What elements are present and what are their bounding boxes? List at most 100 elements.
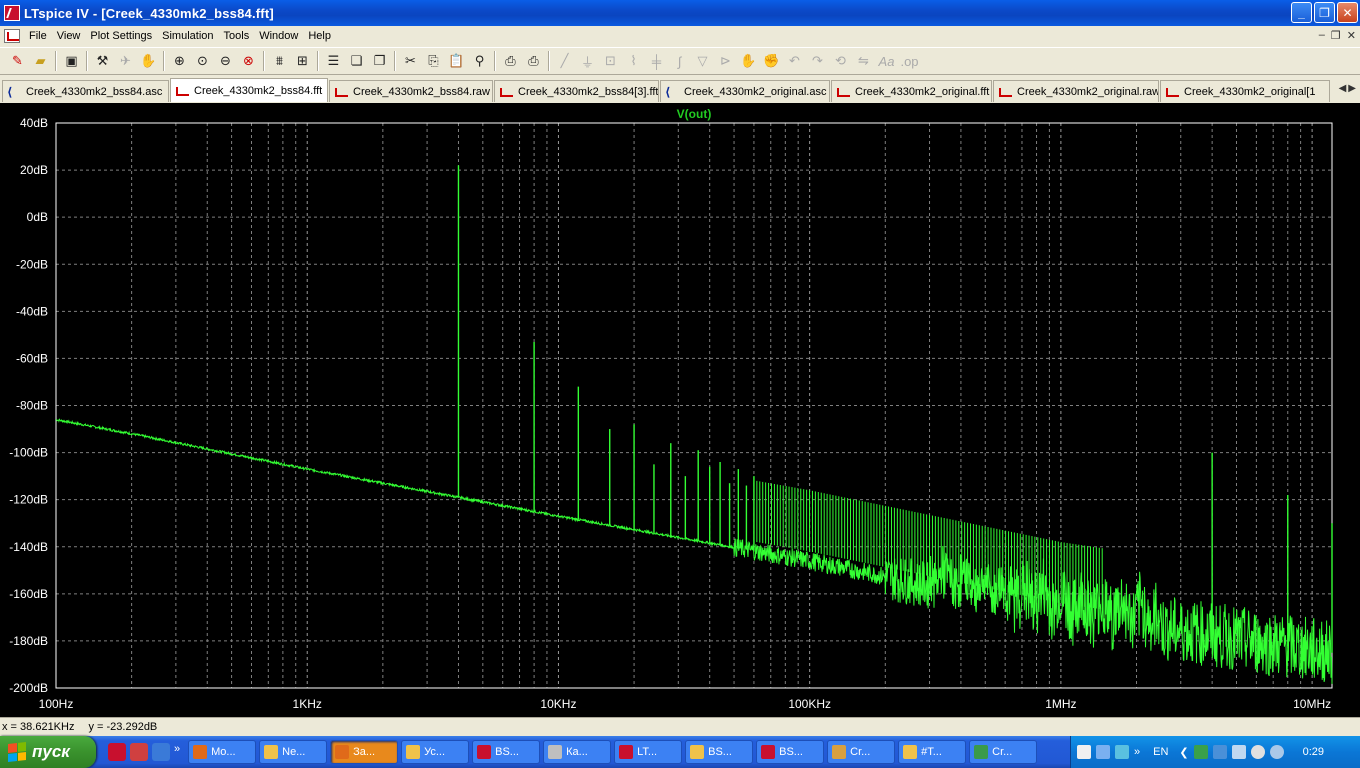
zoom-cancel-icon[interactable]: ⊗ <box>237 50 260 72</box>
task-button-2[interactable]: За... <box>330 740 399 764</box>
run-icon[interactable]: ✈ <box>114 50 137 72</box>
x-tick-label: 100Hz <box>39 697 74 711</box>
cut-icon[interactable]: ✂ <box>399 50 422 72</box>
volume-icon[interactable] <box>1269 745 1284 759</box>
halt-icon[interactable]: ✋ <box>137 50 160 72</box>
component-icon[interactable]: ⊳ <box>714 50 737 72</box>
markers-icon[interactable]: ⊞ <box>291 50 314 72</box>
new-schematic-icon[interactable]: ✎ <box>6 50 29 72</box>
tray-app-icon-3[interactable] <box>1115 745 1129 759</box>
language-indicator[interactable]: EN <box>1153 746 1168 758</box>
tab-7[interactable]: Creek_4330mk2_original[1 <box>1160 80 1330 102</box>
task-button-6[interactable]: LT... <box>614 740 683 764</box>
label-icon[interactable]: ⊡ <box>599 50 622 72</box>
tab-3[interactable]: Creek_4330mk2_bss84[3].fft <box>494 80 659 102</box>
quicklaunch-more-icon[interactable]: » <box>174 743 180 761</box>
tray-more-icon[interactable]: » <box>1134 746 1140 758</box>
status-bar: x = 38.621KHz y = -23.292dB <box>0 717 1360 736</box>
menu-plot-settings[interactable]: Plot Settings <box>85 30 157 42</box>
task-button-8[interactable]: BS... <box>756 740 825 764</box>
task-app-icon <box>264 745 279 759</box>
task-button-7[interactable]: BS... <box>685 740 754 764</box>
diode-icon[interactable]: ▽ <box>691 50 714 72</box>
tray-app-icon-4[interactable] <box>1212 745 1227 759</box>
menu-view[interactable]: View <box>52 30 86 42</box>
tray-app-icon-6[interactable] <box>1250 745 1265 759</box>
tab-label: Creek_4330mk2_original.asc <box>684 85 827 98</box>
start-button[interactable]: пуск <box>0 736 96 768</box>
task-button-11[interactable]: Cr... <box>969 740 1038 764</box>
drag-icon[interactable]: ✊ <box>760 50 783 72</box>
capacitor-icon[interactable]: ╪ <box>645 50 668 72</box>
tab-scroll-right-icon[interactable]: ▶ <box>1348 83 1356 94</box>
tab-5[interactable]: Creek_4330mk2_original.fft <box>831 80 992 102</box>
task-button-1[interactable]: Ne... <box>259 740 328 764</box>
mdi-restore-button[interactable]: ❐ <box>1331 29 1341 42</box>
tray-app-icon-1[interactable] <box>1077 745 1091 759</box>
minimize-button[interactable]: _ <box>1291 2 1312 23</box>
print-setup-icon[interactable]: ⎙ <box>499 50 522 72</box>
open-icon[interactable]: ▰ <box>29 50 52 72</box>
document-icon[interactable] <box>4 29 20 43</box>
tab-0[interactable]: ⟨ Creek_4330mk2_bss84.asc <box>2 80 169 102</box>
task-label: Ne... <box>282 746 306 758</box>
browser-quicklaunch-icon[interactable] <box>152 743 170 761</box>
task-button-10[interactable]: #T... <box>898 740 967 764</box>
close-button[interactable]: ✕ <box>1337 2 1358 23</box>
mdi-minimize-button[interactable]: – <box>1319 29 1325 42</box>
tab-2[interactable]: Creek_4330mk2_bss84.raw <box>329 80 493 102</box>
resistor-icon[interactable]: ⌇ <box>622 50 645 72</box>
hammer-icon[interactable]: ⚒ <box>91 50 114 72</box>
maximize-button[interactable]: ❐ <box>1314 2 1335 23</box>
task-button-0[interactable]: Mo... <box>188 740 257 764</box>
save-icon[interactable]: ▣ <box>60 50 83 72</box>
tab-1[interactable]: Creek_4330mk2_bss84.fft <box>170 78 328 102</box>
mdi-close-button[interactable]: ✕ <box>1347 29 1356 42</box>
task-button-5[interactable]: Ка... <box>543 740 612 764</box>
cascade-icon[interactable]: ❏ <box>345 50 368 72</box>
network-icon[interactable] <box>1193 745 1208 759</box>
rotate-icon[interactable]: ⟲ <box>829 50 852 72</box>
menu-simulation[interactable]: Simulation <box>157 30 218 42</box>
menu-tools[interactable]: Tools <box>219 30 255 42</box>
task-button-4[interactable]: BS... <box>472 740 541 764</box>
task-button-9[interactable]: Cr... <box>827 740 896 764</box>
waveform-plot[interactable]: 40dB 20dB 0dB -20dB -40dB -60dB -80dB -100dB -12… <box>0 103 1360 717</box>
copy-icon[interactable]: ⎘ <box>422 50 445 72</box>
autorange-icon[interactable]: ⩩ <box>268 50 291 72</box>
redo-icon[interactable]: ↷ <box>806 50 829 72</box>
pdf-quicklaunch-icon[interactable] <box>130 743 148 761</box>
tray-expand-icon[interactable]: ❮ <box>1179 746 1188 759</box>
tile-vertical-icon[interactable]: ❐ <box>368 50 391 72</box>
text-icon[interactable]: Aa <box>875 50 898 72</box>
zoom-pan-icon[interactable]: ⊙ <box>191 50 214 72</box>
find-icon[interactable]: ⚲ <box>468 50 491 72</box>
paste-icon[interactable]: 📋 <box>445 50 468 72</box>
y-tick-label: -80dB <box>16 399 48 413</box>
zoom-out-icon[interactable]: ⊖ <box>214 50 237 72</box>
task-label: LT... <box>637 746 658 758</box>
tray-app-icon-5[interactable] <box>1231 745 1246 759</box>
tab-6[interactable]: Creek_4330mk2_original.raw <box>993 80 1159 102</box>
ltspice-app-icon[interactable] <box>4 5 20 21</box>
task-app-icon <box>761 745 776 759</box>
task-button-3[interactable]: Ус... <box>401 740 470 764</box>
tile-horizontal-icon[interactable]: ☰ <box>322 50 345 72</box>
tray-app-icon-2[interactable] <box>1096 745 1110 759</box>
menu-window[interactable]: Window <box>254 30 303 42</box>
wire-icon[interactable]: ╱ <box>553 50 576 72</box>
inductor-icon[interactable]: ∫ <box>668 50 691 72</box>
undo-icon[interactable]: ↶ <box>783 50 806 72</box>
menu-file[interactable]: File <box>24 30 52 42</box>
mirror-icon[interactable]: ⇋ <box>852 50 875 72</box>
menu-help[interactable]: Help <box>303 30 336 42</box>
tab-4[interactable]: ⟨ Creek_4330mk2_original.asc <box>660 80 830 102</box>
task-label: BS... <box>708 746 732 758</box>
zoom-in-icon[interactable]: ⊕ <box>168 50 191 72</box>
spice-directive-icon[interactable]: .op <box>898 50 921 72</box>
acrobat-quicklaunch-icon[interactable] <box>108 743 126 761</box>
move-icon[interactable]: ✋ <box>737 50 760 72</box>
tab-scroll-left-icon[interactable]: ◀ <box>1339 83 1347 94</box>
print-icon[interactable]: ⎙ <box>522 50 545 72</box>
ground-icon[interactable]: ⏚ <box>576 50 599 72</box>
